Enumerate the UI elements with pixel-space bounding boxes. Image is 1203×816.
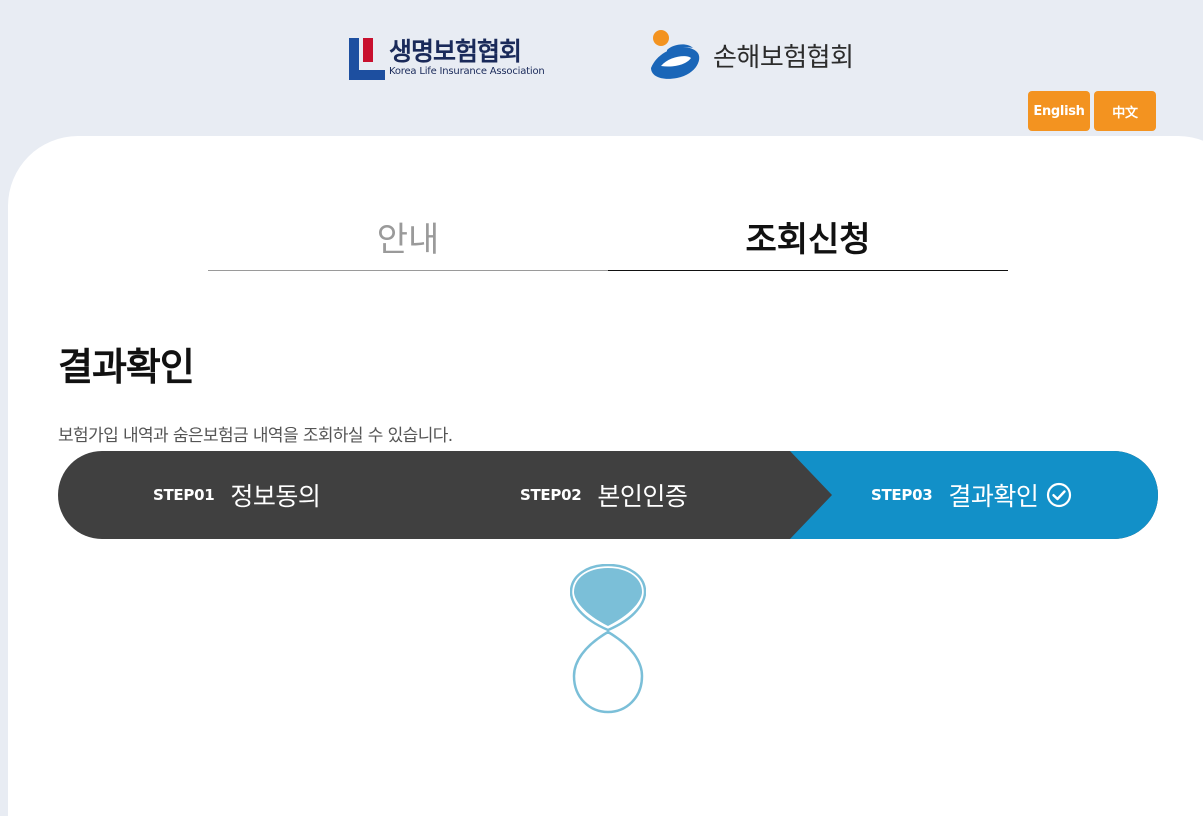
step-number: STEP01 (153, 486, 215, 504)
tab-bar: 안내 조회신청 (208, 196, 1008, 271)
step-result-check: STEP03 결과확인 (871, 451, 1072, 539)
life-insurance-logo-mark-icon (349, 38, 385, 80)
life-insurance-association-logo[interactable]: 생명보험협회 Korea Life Insurance Association (349, 38, 545, 80)
tab-guide[interactable]: 안내 (208, 196, 608, 271)
step-info-consent: STEP01 정보동의 (153, 451, 321, 539)
step-number: STEP03 (871, 486, 933, 504)
life-logo-korean-name: 생명보험협회 (389, 37, 522, 66)
page-title: 결과확인 (58, 345, 195, 389)
language-english-button[interactable]: English (1028, 91, 1090, 131)
language-selector: English 中文 (1028, 91, 1156, 131)
header: 생명보험협회 Korea Life Insurance Association … (0, 0, 1203, 140)
step-label: 본인인증 (597, 482, 688, 511)
step-progress-bar: STEP01 정보동의 STEP02 본인인증 STEP03 결과확인 (58, 451, 1158, 539)
step-label: 결과확인 (948, 482, 1039, 511)
step-label: 정보동의 (230, 482, 321, 511)
step-identity-verification: STEP02 본인인증 (520, 451, 688, 539)
tab-request[interactable]: 조회신청 (608, 196, 1008, 271)
step-number: STEP02 (520, 486, 582, 504)
life-logo-english-name: Korea Life Insurance Association (389, 66, 545, 77)
nonlife-insurance-association-logo[interactable]: 손해보험협회 (647, 28, 854, 82)
nonlife-logo-korean-name: 손해보험협회 (713, 42, 854, 73)
language-chinese-button[interactable]: 中文 (1094, 91, 1156, 131)
loading-spinner-icon (570, 564, 646, 714)
nonlife-insurance-logo-mark-icon (651, 30, 700, 79)
page-description: 보험가입 내역과 숨은보험금 내역을 조회하실 수 있습니다. (58, 426, 453, 446)
check-circle-icon (1047, 482, 1072, 508)
